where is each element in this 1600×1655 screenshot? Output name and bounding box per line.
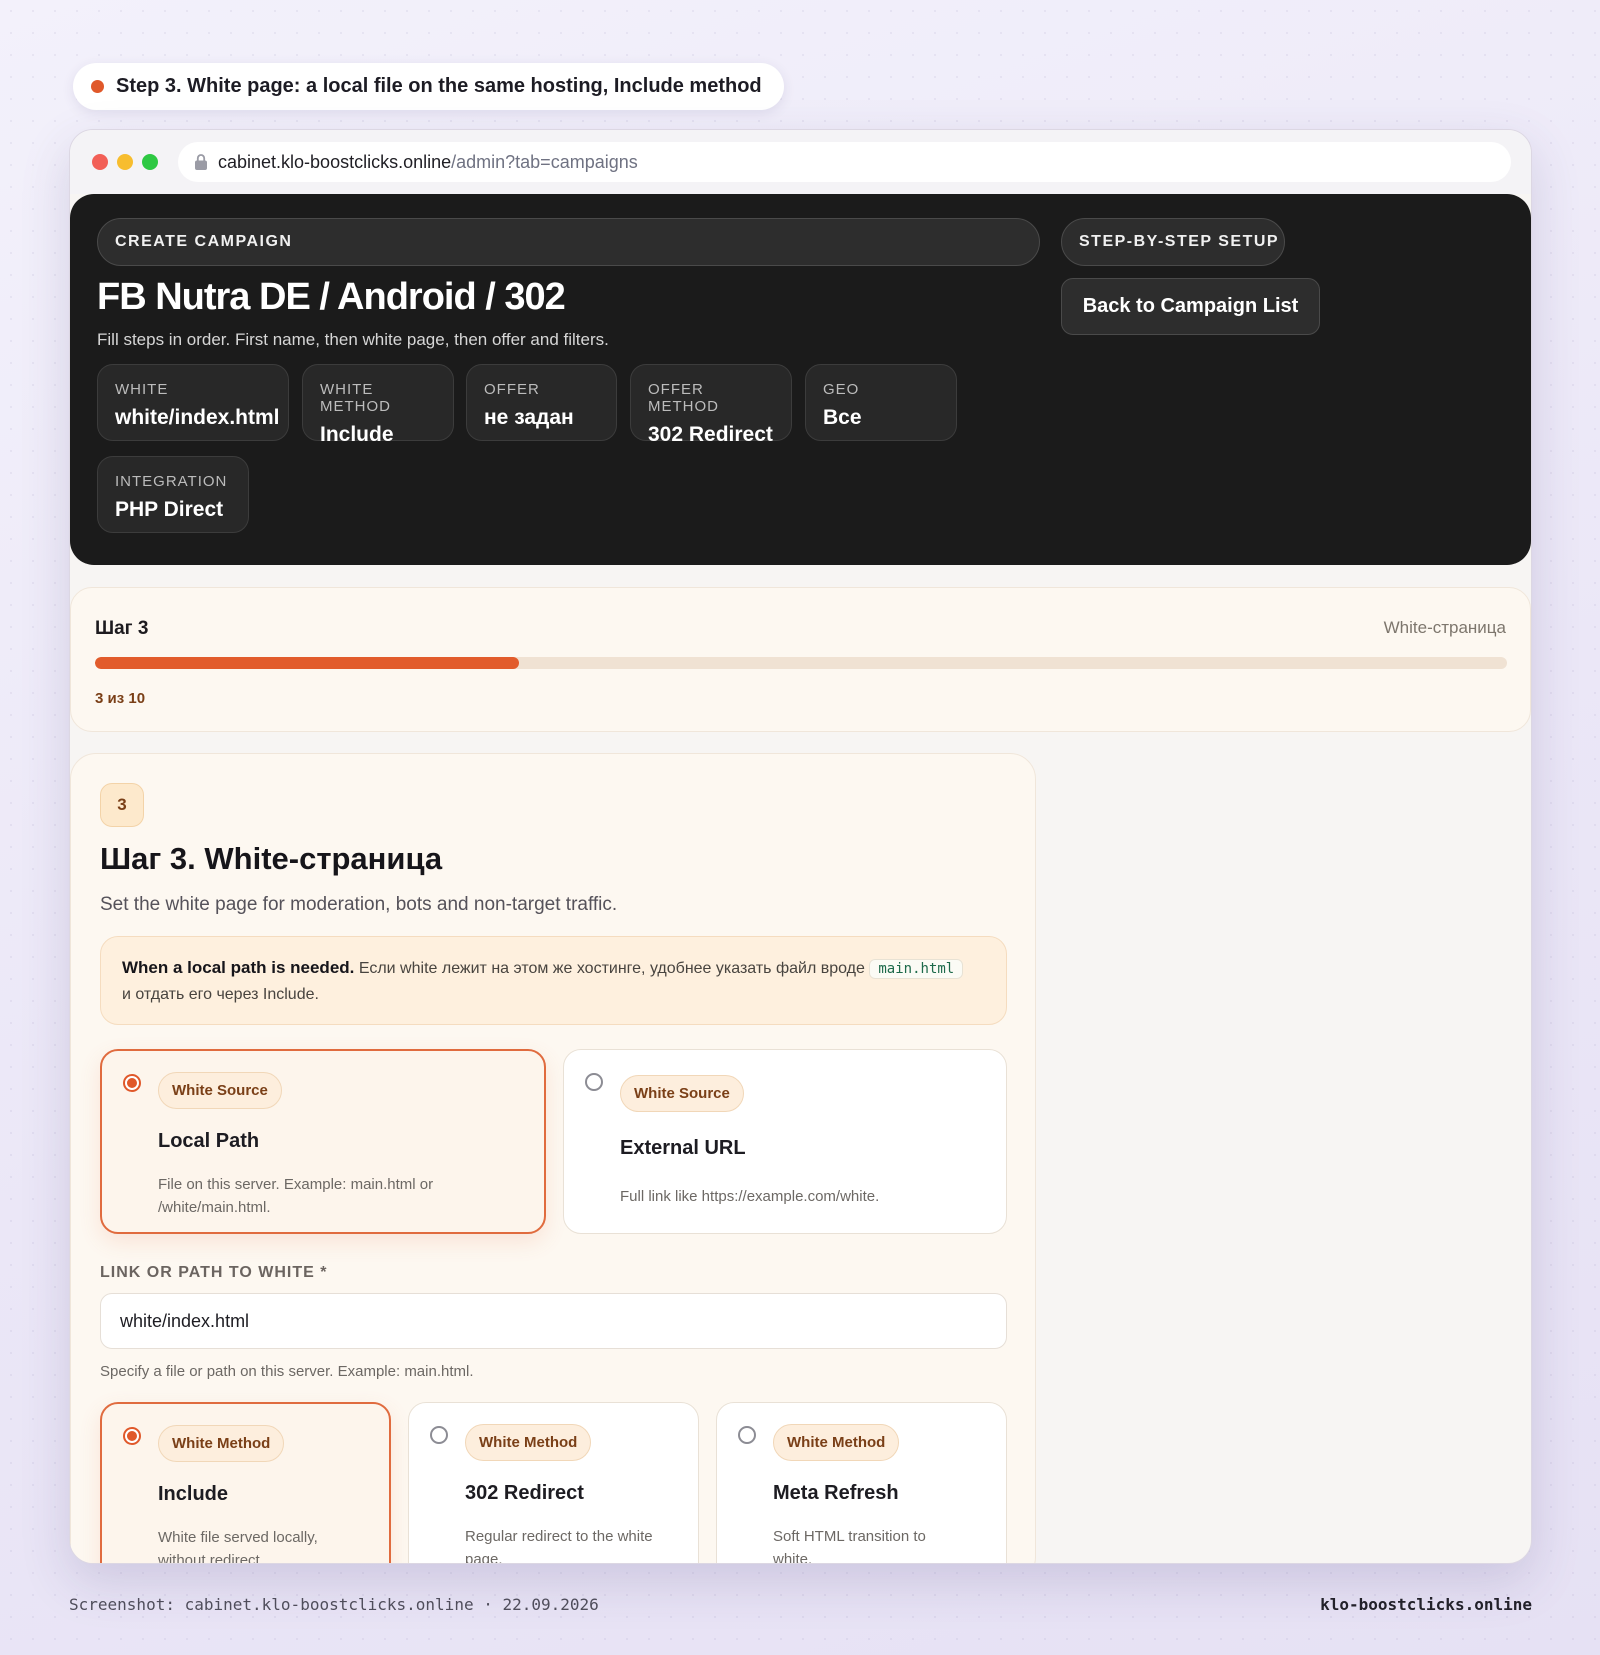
- note-heading: When a local path is needed.: [122, 958, 355, 977]
- footer-screenshot-info: Screenshot: cabinet.klo-boostclicks.onli…: [69, 1595, 599, 1614]
- stat-value: не задан: [484, 406, 574, 429]
- stat-integration: INTEGRATION PHP Direct: [97, 456, 249, 533]
- option-description: File on this server. Example: main.html …: [158, 1176, 434, 1216]
- method-option-meta-refresh[interactable]: White Method Meta Refresh Soft HTML tran…: [716, 1402, 1007, 1564]
- option-description: Full link like https://example.com/white…: [620, 1188, 880, 1205]
- stat-white: WHITE white/index.html: [97, 364, 289, 441]
- url-host: cabinet.klo-boostclicks.online: [218, 151, 452, 172]
- option-chip: White Source: [158, 1072, 282, 1109]
- setup-mode-label: STEP-BY-STEP SETUP: [1061, 218, 1285, 266]
- stat-offer: OFFER не задан: [466, 364, 617, 441]
- local-path-note: When a local path is needed. Если white …: [100, 936, 1007, 1025]
- stat-offer-method: OFFER METHOD 302 Redirect: [630, 364, 792, 446]
- method-option-302-redirect[interactable]: White Method 302 Redirect Regular redire…: [408, 1402, 699, 1564]
- url-path: /admin?tab=campaigns: [451, 151, 638, 172]
- radio-selected-icon[interactable]: [123, 1427, 141, 1445]
- option-chip: White Method: [158, 1425, 285, 1462]
- caption-dot-icon: [91, 80, 104, 93]
- stat-label: OFFER METHOD: [648, 381, 719, 415]
- progress-section-name: White-страница: [1383, 618, 1506, 637]
- option-chip: White Method: [465, 1424, 592, 1461]
- stat-white-method: WHITE METHOD Include: [302, 364, 454, 446]
- stat-value: Все: [823, 406, 862, 429]
- option-title: Local Path: [158, 1130, 260, 1152]
- option-description: Soft HTML transition to white.: [773, 1528, 926, 1564]
- stat-value: PHP Direct: [115, 498, 224, 521]
- step-subtitle: Set the white page for moderation, bots …: [100, 894, 618, 915]
- stat-label: INTEGRATION: [115, 473, 228, 490]
- stat-value: white/index.html: [115, 406, 280, 429]
- option-title: Include: [158, 1483, 229, 1505]
- option-chip: White Source: [620, 1075, 744, 1112]
- browser-chrome: cabinet.klo-boostclicks.online/admin?tab…: [70, 130, 1531, 194]
- campaign-header: CREATE CAMPAIGN STEP-BY-STEP SETUP FB Nu…: [70, 194, 1531, 565]
- radio-selected-icon[interactable]: [123, 1074, 141, 1092]
- stat-label: WHITE: [115, 381, 169, 398]
- option-description: White file served locally, without redir…: [158, 1529, 318, 1564]
- method-option-include[interactable]: White Method Include White file served l…: [100, 1402, 391, 1564]
- caption-text: Step 3. White page: a local file on the …: [116, 75, 762, 97]
- stat-geo: GEO Все: [805, 364, 957, 441]
- step-card: 3 Шаг 3. White-страница Set the white pa…: [70, 753, 1036, 1564]
- browser-window: cabinet.klo-boostclicks.online/admin?tab…: [69, 129, 1532, 1564]
- lock-icon: [195, 154, 207, 170]
- stat-value: 302 Redirect: [648, 423, 773, 446]
- white-path-input[interactable]: [100, 1293, 1007, 1349]
- option-title: 302 Redirect: [465, 1482, 584, 1504]
- close-window-icon[interactable]: [92, 154, 108, 170]
- address-bar[interactable]: cabinet.klo-boostclicks.online/admin?tab…: [178, 142, 1511, 182]
- step-number-badge: 3: [100, 783, 144, 827]
- progress-bar-fill: [95, 657, 519, 669]
- stat-label: OFFER: [484, 381, 540, 398]
- option-description: Regular redirect to the white page.: [465, 1528, 653, 1564]
- footer-domain: klo-boostclicks.online: [1320, 1595, 1532, 1614]
- white-path-label: LINK OR PATH TO WHITE *: [100, 1264, 328, 1281]
- progress-count: 3 из 10: [95, 690, 146, 707]
- white-path-hint: Specify a file or path on this server. E…: [100, 1363, 474, 1380]
- minimize-window-icon[interactable]: [117, 154, 133, 170]
- progress-bar: [95, 657, 1507, 669]
- option-title: Meta Refresh: [773, 1482, 899, 1504]
- radio-empty-icon[interactable]: [585, 1073, 603, 1091]
- back-to-campaign-list-button[interactable]: Back to Campaign List: [1061, 278, 1320, 335]
- step-progress-card: Шаг 3 White-страница 3 из 10: [70, 587, 1531, 732]
- stat-label: GEO: [823, 381, 860, 398]
- note-text-after: и отдать его через Include.: [122, 986, 319, 1003]
- maximize-window-icon[interactable]: [142, 154, 158, 170]
- campaign-title: FB Nutra DE / Android / 302: [97, 276, 566, 318]
- create-campaign-label: CREATE CAMPAIGN: [97, 218, 1040, 266]
- progress-step-title: Шаг 3: [95, 618, 149, 639]
- radio-empty-icon[interactable]: [738, 1426, 756, 1444]
- step-caption: Step 3. White page: a local file on the …: [73, 63, 784, 110]
- source-option-local-path[interactable]: White Source Local Path File on this ser…: [100, 1049, 546, 1234]
- note-code: main.html: [869, 959, 964, 979]
- option-chip: White Method: [773, 1424, 900, 1461]
- stat-value: Include: [320, 423, 394, 446]
- radio-empty-icon[interactable]: [430, 1426, 448, 1444]
- source-option-external-url[interactable]: White Source External URL Full link like…: [563, 1049, 1007, 1234]
- option-title: External URL: [620, 1137, 746, 1159]
- step-title: Шаг 3. White-страница: [100, 841, 443, 876]
- stat-label: WHITE METHOD: [320, 381, 391, 415]
- campaign-subtitle: Fill steps in order. First name, then wh…: [97, 330, 609, 349]
- note-text-before: Если white лежит на этом же хостинге, уд…: [358, 960, 865, 977]
